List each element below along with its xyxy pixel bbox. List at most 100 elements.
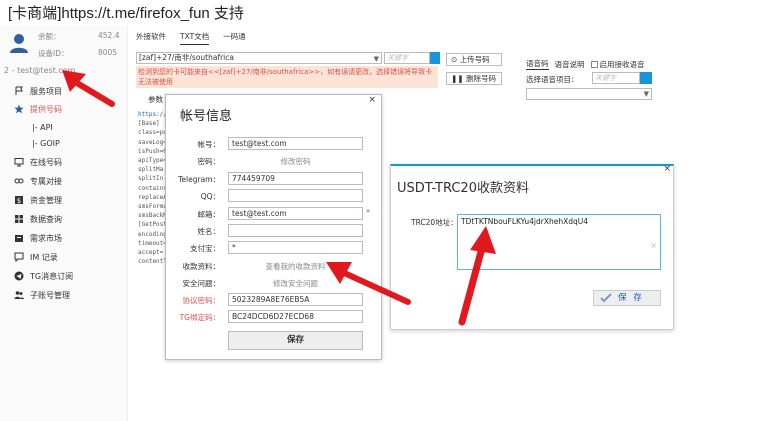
market-icon bbox=[15, 235, 23, 242]
country-warning: 检测到您的卡可能来自<<[zaf]+27/南非/southafrica>>，如有… bbox=[136, 66, 438, 88]
email-field[interactable]: test@test.com bbox=[228, 207, 363, 220]
voice-project-label: 选择语音项目： bbox=[526, 75, 579, 84]
balance-value: 452.4 bbox=[98, 31, 120, 40]
config-line: smsForma bbox=[138, 203, 167, 211]
config-line: apiType= bbox=[138, 157, 167, 165]
dialog-title: USDT-TRC20收款资料 bbox=[397, 181, 529, 196]
device-label: 设备ID： bbox=[38, 49, 69, 58]
delete-numbers-button[interactable]: ❚❚ 删除号码 bbox=[446, 72, 502, 85]
config-line: smsBackM bbox=[138, 212, 167, 220]
sidebar-item-label: 子账号管理 bbox=[30, 290, 70, 300]
voice-keyword-input[interactable]: 关键字 bbox=[592, 72, 640, 84]
alipay-field[interactable]: * bbox=[228, 241, 363, 254]
balance-label: 余额： bbox=[38, 32, 61, 41]
sidebar-item-market[interactable]: 需求市场 bbox=[14, 231, 62, 245]
star-icon bbox=[14, 104, 24, 114]
sidebar-item-provide-numbers[interactable]: 提供号码 bbox=[14, 102, 62, 116]
sidebar-item-label: 服务项目 bbox=[30, 86, 62, 96]
tab-voice-description[interactable]: 语音说明 bbox=[555, 59, 585, 70]
window-title: [卡商端]https://t.me/firefox_fun 支持 bbox=[8, 2, 244, 23]
sidebar-item-im-records[interactable]: IM 记录 bbox=[14, 250, 58, 264]
trc20-address-value: TDtTKTNbouFLKYu4jdrXhehXdqU4 bbox=[461, 217, 589, 226]
tab-one-code[interactable]: 一码通 bbox=[223, 31, 246, 45]
clear-icon[interactable]: × bbox=[650, 241, 657, 250]
sidebar: 余额： 452.4 设备ID： 8005 2 - test@test.com 服… bbox=[0, 26, 128, 421]
account-info-dialog: × 帐号信息 帐号： test@test.com 密码： 修改密码 Telegr… bbox=[165, 94, 382, 360]
title-suffix: 支持 bbox=[209, 5, 244, 22]
name-field[interactable] bbox=[228, 224, 363, 237]
qq-label: QQ： bbox=[200, 192, 220, 201]
usdt-payment-dialog: × USDT-TRC20收款资料 TRC20地址： TDtTKTNbouFLKY… bbox=[390, 164, 674, 330]
password-label: 密码： bbox=[197, 157, 221, 166]
config-line: contentT bbox=[138, 258, 167, 266]
trc20-address-field[interactable]: TDtTKTNbouFLKYu4jdrXhehXdqU4 × bbox=[457, 214, 661, 270]
title-app-name: 卡商端 bbox=[12, 5, 58, 22]
sidebar-item-label: IM 记录 bbox=[30, 252, 58, 262]
users-icon bbox=[14, 291, 24, 299]
save-label: 保 存 bbox=[618, 293, 644, 303]
sidebar-item-label: 专属对接 bbox=[30, 176, 62, 186]
account-label[interactable]: 2 - test@test.com bbox=[4, 66, 75, 75]
qq-field[interactable] bbox=[228, 189, 363, 202]
upload-numbers-button[interactable]: ⊙ 上传号码 bbox=[446, 53, 502, 66]
sidebar-subitem-goip[interactable]: |- GOIP bbox=[32, 139, 60, 148]
tab-external-software[interactable]: 外接软件 bbox=[136, 31, 166, 45]
save-button[interactable]: 保存 bbox=[228, 331, 363, 350]
config-line: contains bbox=[138, 184, 167, 192]
sidebar-item-label: TG消息订阅 bbox=[30, 271, 74, 281]
sidebar-item-tg-subscribe[interactable]: TG消息订阅 bbox=[14, 269, 73, 283]
config-line: splitMa bbox=[138, 166, 164, 174]
keyword-input[interactable]: 关键字 bbox=[384, 52, 430, 64]
dialog-title: 帐号信息 bbox=[180, 109, 233, 124]
config-line: accept= bbox=[138, 249, 164, 257]
sidebar-item-subaccounts[interactable]: 子账号管理 bbox=[14, 288, 70, 302]
voice-search-button[interactable] bbox=[640, 72, 652, 84]
title-url: https://t.me/firefox_fun bbox=[61, 5, 210, 22]
change-password-link[interactable]: 修改密码 bbox=[228, 156, 363, 167]
money-icon: $ bbox=[15, 196, 23, 205]
sidebar-item-label: 提供号码 bbox=[30, 104, 62, 114]
upload-icon: ⊙ bbox=[451, 55, 458, 64]
tab-voice-code[interactable]: 语音码 bbox=[526, 58, 549, 70]
sidebar-subitem-api[interactable]: |- API bbox=[32, 123, 53, 132]
device-value: 8005 bbox=[98, 48, 118, 57]
sidebar-item-label: 数据查询 bbox=[30, 214, 62, 224]
save-button[interactable]: 保 存 bbox=[593, 290, 661, 306]
close-icon[interactable]: × bbox=[368, 95, 376, 105]
telegram-field[interactable]: 774459709 bbox=[228, 172, 363, 185]
config-line: replaceA bbox=[138, 193, 167, 201]
sidebar-item-exclusive[interactable]: 专属对接 bbox=[14, 174, 62, 188]
grid-icon bbox=[15, 215, 23, 223]
sidebar-item-data-query[interactable]: 数据查询 bbox=[14, 212, 62, 226]
view-payment-info-link[interactable]: 查看我的收款资料 bbox=[228, 261, 363, 272]
search-button[interactable] bbox=[430, 52, 440, 64]
sidebar-item-services[interactable]: 服务项目 bbox=[14, 84, 62, 98]
config-line: [GetPost bbox=[138, 221, 167, 229]
tab-txt-document[interactable]: TXT文档 bbox=[180, 31, 210, 45]
security-question-label: 安全问题： bbox=[182, 279, 221, 288]
protocol-password-label: 协议密码： bbox=[182, 296, 221, 305]
sidebar-item-funds[interactable]: $ 资金管理 bbox=[14, 193, 62, 207]
trc20-address-label: TRC20地址： bbox=[411, 218, 458, 227]
name-label: 姓名： bbox=[197, 227, 221, 236]
config-line: timeout= bbox=[138, 239, 167, 247]
enable-voice-label: 启用接收语音 bbox=[599, 59, 645, 69]
voice-project-select[interactable]: ▼ bbox=[526, 88, 652, 100]
country-select[interactable]: [zaf]+27/南非/southafrica ▼ bbox=[136, 52, 382, 64]
email-label: 邮箱： bbox=[197, 210, 221, 219]
enable-voice-checkbox[interactable]: 启用接收语音 bbox=[590, 59, 645, 70]
pause-icon: ❚❚ bbox=[451, 74, 464, 83]
screen-icon bbox=[14, 158, 24, 167]
chat-icon bbox=[14, 252, 24, 262]
account-field[interactable]: test@test.com bbox=[228, 137, 363, 150]
protocol-password-field[interactable]: 5023289A8E76EB5A bbox=[228, 293, 363, 306]
config-line: isPush=0 bbox=[138, 147, 167, 155]
config-line: splitIn bbox=[138, 175, 164, 183]
user-avatar-icon bbox=[10, 34, 28, 53]
sidebar-item-online-numbers[interactable]: 在线号码 bbox=[14, 155, 62, 169]
change-security-question-link[interactable]: 修改安全问题 bbox=[228, 278, 363, 289]
tg-bind-code-field[interactable]: BC24DCD6D27ECD68 bbox=[228, 310, 363, 323]
close-icon[interactable]: × bbox=[663, 164, 671, 174]
sidebar-item-label: 在线号码 bbox=[30, 157, 62, 167]
app-window: [卡商端]https://t.me/firefox_fun 支持 余额： 452… bbox=[0, 0, 768, 421]
